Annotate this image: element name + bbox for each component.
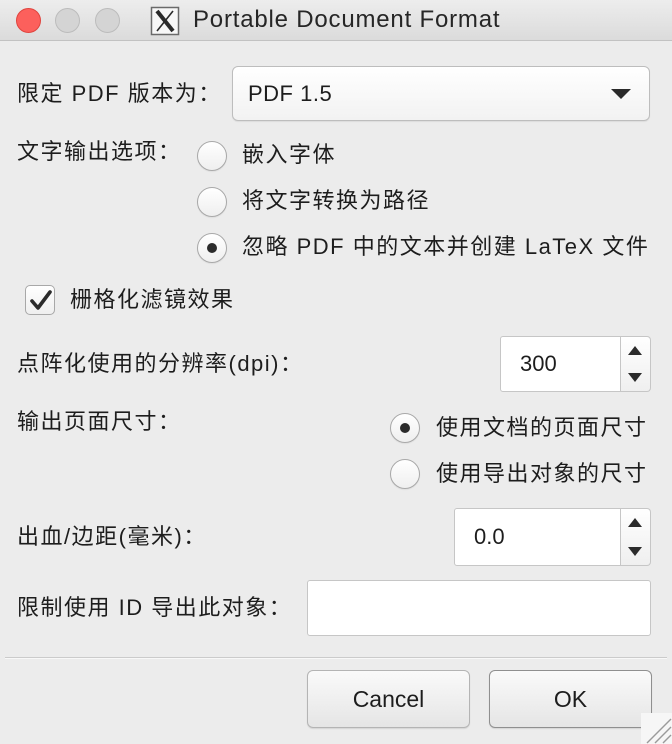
radio-export-object-size-label[interactable]: 使用导出对象的尺寸 xyxy=(436,459,648,489)
checkmark-icon xyxy=(30,290,52,310)
radio-embed-fonts[interactable] xyxy=(197,141,227,171)
close-button[interactable] xyxy=(16,8,41,33)
radio-embed-fonts-label[interactable]: 嵌入字体 xyxy=(242,140,336,170)
bleed-margin-stepper xyxy=(621,508,651,566)
triangle-up-icon xyxy=(628,518,642,527)
decrement-button[interactable] xyxy=(621,364,650,391)
radio-document-page-size-label[interactable]: 使用文档的页面尺寸 xyxy=(436,413,648,443)
ok-button[interactable]: OK xyxy=(489,670,652,728)
window-title: Portable Document Format xyxy=(193,6,501,33)
chevron-down-icon xyxy=(611,89,631,99)
resize-grip-icon[interactable] xyxy=(641,713,672,744)
increment-button[interactable] xyxy=(621,509,650,537)
rasterize-filters-checkbox[interactable] xyxy=(25,285,55,315)
resolution-input[interactable] xyxy=(500,336,621,392)
resolution-label: 点阵化使用的分辨率(dpi)： xyxy=(17,351,304,376)
radio-omit-text-latex[interactable] xyxy=(197,233,227,263)
cancel-button[interactable]: Cancel xyxy=(307,670,470,728)
minimize-button[interactable] xyxy=(55,8,80,33)
triangle-down-icon xyxy=(628,373,642,382)
bleed-margin-input[interactable] xyxy=(454,508,621,566)
bleed-margin-spinbox xyxy=(454,508,651,566)
resolution-spinbox xyxy=(500,336,651,392)
page-size-label: 输出页面尺寸： xyxy=(17,409,182,434)
bleed-margin-label: 出血/边距(毫米)： xyxy=(17,524,207,549)
rasterize-filters-label[interactable]: 栅格化滤镜效果 xyxy=(70,285,235,315)
export-id-label: 限制使用 ID 导出此对象： xyxy=(17,595,293,620)
decrement-button[interactable] xyxy=(621,537,650,565)
radio-export-object-size[interactable] xyxy=(390,459,420,489)
dialog-window: Portable Document Format 限定 PDF 版本为： PDF… xyxy=(0,0,672,744)
title-bar[interactable]: Portable Document Format xyxy=(0,0,672,41)
radio-document-page-size[interactable] xyxy=(390,413,420,443)
pdf-version-value: PDF 1.5 xyxy=(248,81,333,106)
pdf-version-dropdown[interactable]: PDF 1.5 xyxy=(232,66,650,121)
triangle-up-icon xyxy=(628,346,642,355)
increment-button[interactable] xyxy=(621,337,650,364)
radio-convert-to-paths-label[interactable]: 将文字转换为路径 xyxy=(242,186,430,216)
x11-icon xyxy=(150,6,180,36)
pdf-version-label: 限定 PDF 版本为： xyxy=(17,81,222,106)
resolution-stepper xyxy=(621,336,651,392)
radio-convert-to-paths[interactable] xyxy=(197,187,227,217)
zoom-button[interactable] xyxy=(95,8,120,33)
export-id-input[interactable] xyxy=(307,580,651,636)
radio-omit-text-latex-label[interactable]: 忽略 PDF 中的文本并创建 LaTeX 文件 xyxy=(242,232,649,262)
triangle-down-icon xyxy=(628,547,642,556)
text-output-label: 文字输出选项： xyxy=(17,139,182,164)
divider xyxy=(5,657,667,659)
